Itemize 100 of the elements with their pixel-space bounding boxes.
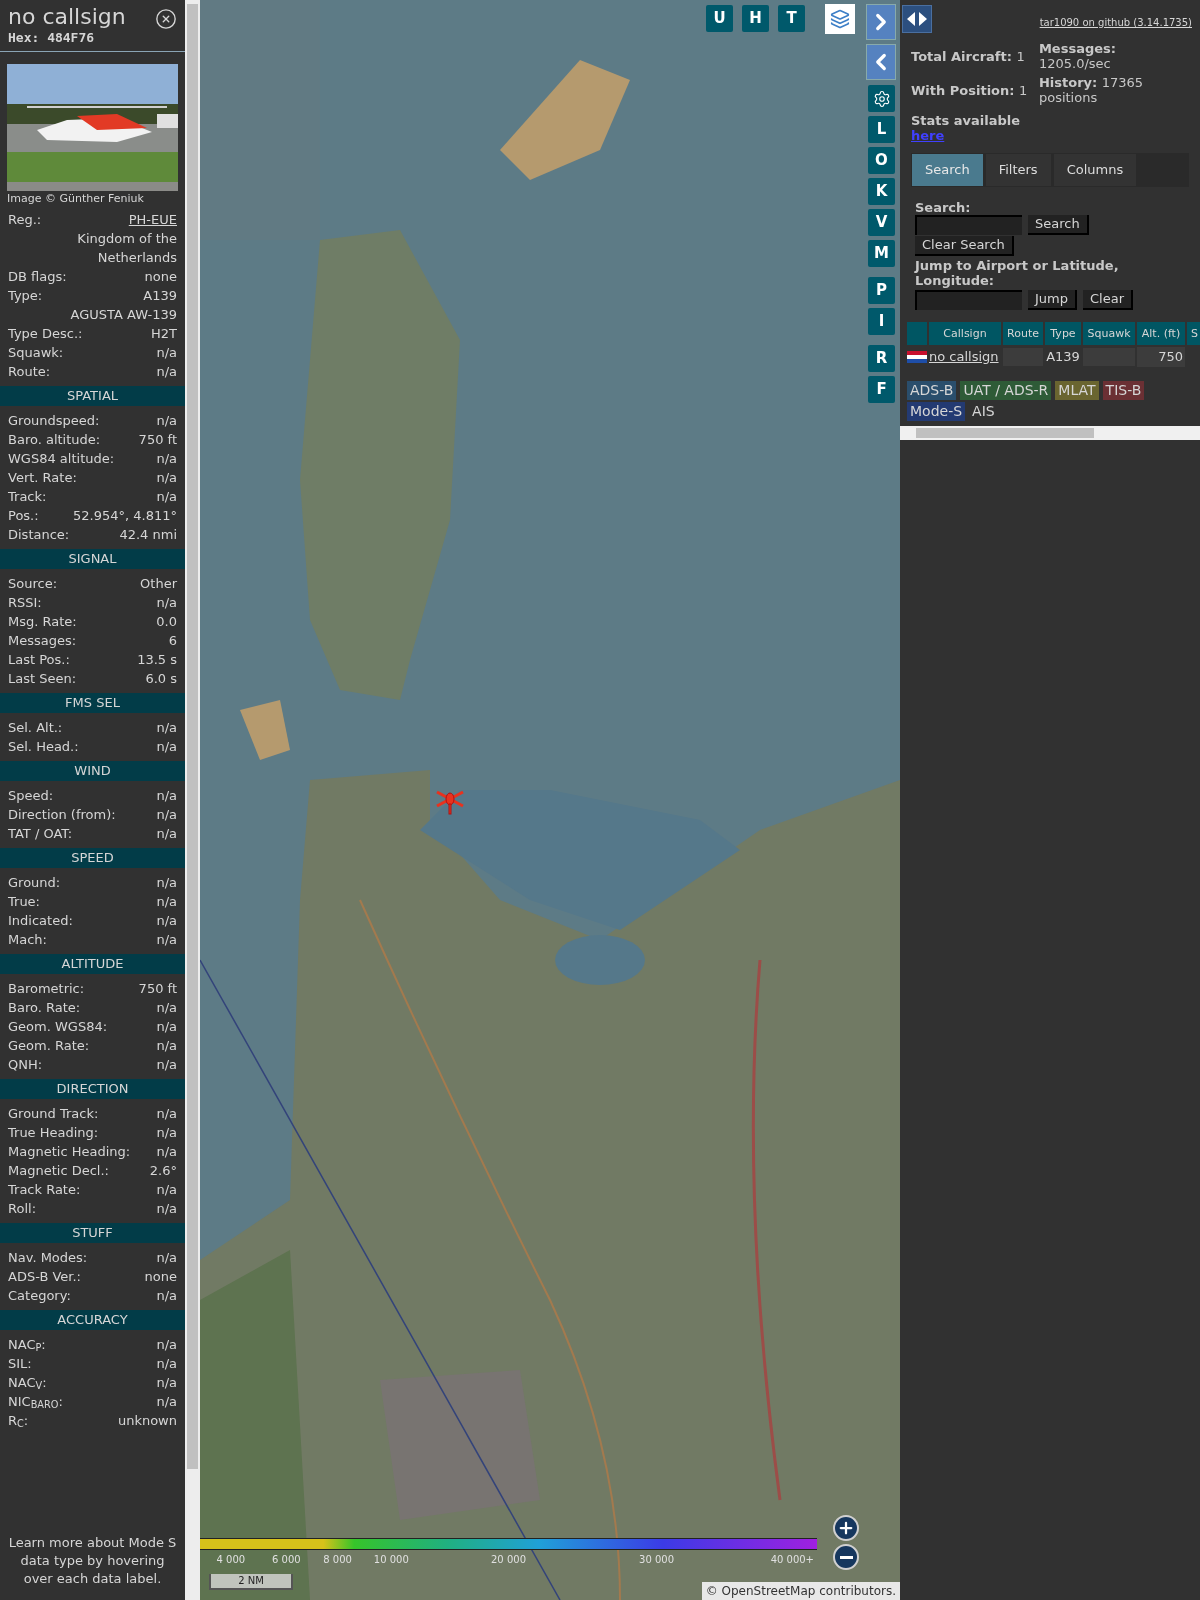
map-toggle-button[interactable]: V	[868, 209, 895, 236]
map-toggle-button[interactable]: R	[868, 345, 895, 372]
collapse-button[interactable]	[866, 44, 896, 80]
layers-button[interactable]	[825, 4, 855, 34]
panel-tab[interactable]: Filters	[985, 154, 1051, 186]
search-field[interactable]	[915, 215, 1022, 235]
field-value: A139	[143, 287, 177, 305]
field-label: Distance:	[8, 526, 70, 544]
field-value: 6.0 s	[145, 670, 177, 688]
section-header: ALTITUDE	[0, 954, 185, 974]
github-link[interactable]: tar1090 on github (3.14.1735)	[1039, 15, 1192, 30]
field-value: n/a	[156, 469, 177, 487]
map-toggle-button[interactable]: H	[742, 5, 769, 32]
map-toggle-button[interactable]: O	[868, 147, 895, 174]
table-header-cell[interactable]: S	[1187, 322, 1200, 345]
field-label: ADS-B Ver.:	[8, 1268, 81, 1286]
field-label: Sel. Alt.:	[8, 719, 63, 737]
jump-field[interactable]	[915, 290, 1022, 310]
field-label: Type Desc.:	[8, 325, 83, 343]
field-label: Type:	[8, 287, 43, 305]
field-value: n/a	[156, 1287, 177, 1305]
field-label: Geom. WGS84:	[8, 1018, 108, 1036]
field-label: Magnetic Decl.:	[8, 1162, 109, 1180]
field-label: Indicated:	[8, 912, 73, 930]
field-value: n/a	[156, 912, 177, 930]
map-attribution: © OpenStreetMap contributors.	[701, 1582, 900, 1600]
field-value: Other	[140, 575, 177, 593]
table-header-cell[interactable]: Alt. (ft)	[1137, 322, 1185, 345]
field-label: Vert. Rate:	[8, 469, 77, 487]
table-header-cell[interactable]: Type	[1045, 322, 1081, 345]
photo-credit: Image © Günther Feniuk	[6, 191, 145, 206]
stat-text: History: 17365 positions	[1038, 75, 1145, 105]
field-value: n/a	[156, 1336, 177, 1354]
field-value: n/a	[156, 1393, 177, 1411]
section-header: SPATIAL	[0, 386, 185, 406]
jump-button[interactable]: Jump	[1028, 290, 1077, 310]
section-header: WIND	[0, 761, 185, 781]
field-label: Speed:	[8, 787, 54, 805]
clear-search-button[interactable]: Clear Search	[915, 236, 1014, 256]
field-value: n/a	[156, 931, 177, 949]
jump-label: Jump to Airport or Latitude, Longitude:	[915, 258, 1120, 288]
section-header: SPEED	[0, 848, 185, 868]
field-value: n/a	[156, 363, 177, 381]
map-toggle-button[interactable]: I	[868, 308, 895, 335]
field-label: True:	[8, 893, 40, 911]
field-label: QNH:	[8, 1056, 43, 1074]
field-value: 6	[168, 632, 177, 650]
field-value: n/a	[156, 1056, 177, 1074]
search-button[interactable]: Search	[1028, 215, 1089, 235]
double-arrow-icon	[907, 12, 927, 26]
field-label: Geom. Rate:	[8, 1037, 90, 1055]
field-value: n/a	[156, 1143, 177, 1161]
map-toggle-button[interactable]: P	[868, 277, 895, 304]
map-toggle-button[interactable]: M	[868, 240, 895, 267]
field-label: Msg. Rate:	[8, 613, 77, 631]
callsign-link[interactable]: no callsign	[929, 347, 1001, 367]
layers-icon	[830, 9, 850, 29]
minus-icon	[839, 1555, 853, 1559]
table-header-cell[interactable]: Squawk	[1083, 322, 1135, 345]
field-value: 52.954°, 4.811°	[73, 507, 177, 525]
source-legend-badge: TIS-B	[1102, 381, 1145, 400]
field-value: none	[144, 1268, 177, 1286]
field-label: Ground Track:	[8, 1105, 99, 1123]
map-toggle-button[interactable]: F	[868, 376, 895, 403]
scale-bar: 2 NM	[209, 1574, 293, 1590]
legend-tick-label: 30 000	[639, 1553, 675, 1567]
field-value: n/a	[156, 594, 177, 612]
field-value: AGUSTA AW-139	[70, 306, 177, 324]
field-label: Baro. Rate:	[8, 999, 81, 1017]
table-header-cell[interactable]: Route	[1003, 322, 1043, 345]
field-label: Baro. altitude:	[8, 431, 101, 449]
field-label: Reg.:	[8, 211, 42, 229]
table-header-cell[interactable]: Callsign	[929, 322, 1001, 345]
close-icon[interactable]	[155, 8, 177, 30]
section-header: FMS SEL	[0, 693, 185, 713]
field-value: none	[144, 268, 177, 286]
panel-tab[interactable]: Columns	[1053, 154, 1137, 186]
registration-link[interactable]: PH-EUE	[128, 210, 177, 229]
map-toggle-button[interactable]: K	[868, 178, 895, 205]
table-header-cell	[907, 322, 927, 345]
field-label: NAC$_{V}$:	[8, 1374, 47, 1392]
field-label: WGS84 altitude:	[8, 450, 115, 468]
panel-toggle-button[interactable]	[902, 5, 932, 33]
field-value: 2.6°	[149, 1162, 177, 1180]
map-toggle-button[interactable]: L	[868, 116, 895, 143]
field-value: n/a	[156, 1181, 177, 1199]
panel-tab[interactable]: Search	[912, 154, 983, 186]
map-toggle-button[interactable]: U	[706, 5, 733, 32]
legend-tick-label: 10 000	[373, 1553, 409, 1567]
field-label: Messages:	[8, 632, 77, 650]
clear-button[interactable]: Clear	[1083, 290, 1133, 310]
source-legend-badge: Mode-S	[907, 402, 966, 421]
field-label: SIL:	[8, 1355, 32, 1373]
field-label: TAT / OAT:	[8, 825, 73, 843]
expand-button[interactable]	[866, 4, 896, 40]
field-value: 750 ft	[138, 980, 177, 998]
field-value: 42.4 nmi	[119, 526, 177, 544]
table-cell-text: A139	[1045, 348, 1081, 367]
map-toggle-button[interactable]: T	[778, 5, 805, 32]
settings-button[interactable]	[868, 85, 895, 112]
